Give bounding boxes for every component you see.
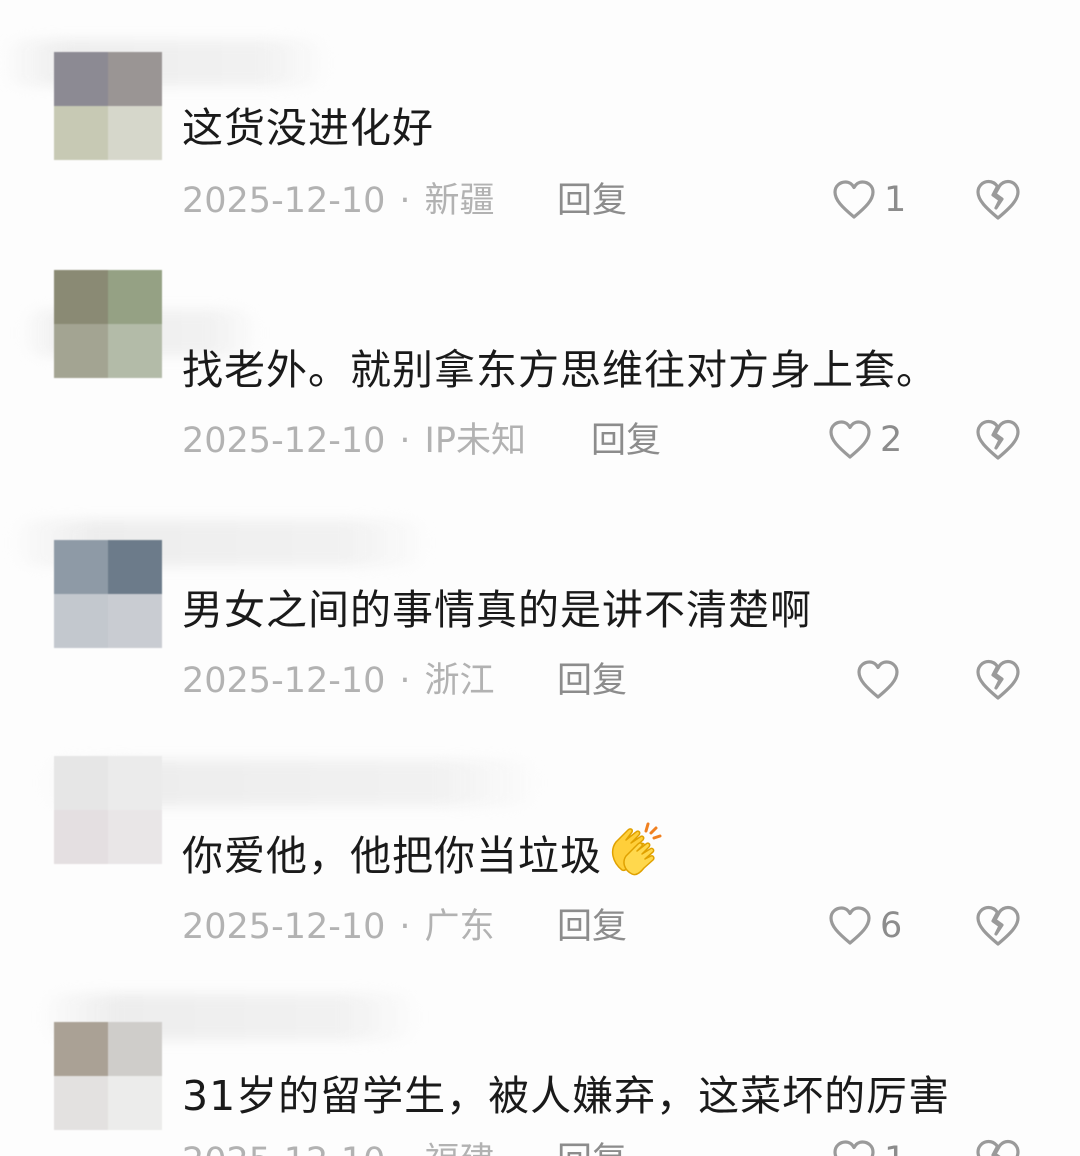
broken-heart-icon [976, 1139, 1020, 1156]
reply-button[interactable]: 回复 [591, 418, 661, 464]
like-button[interactable]: 2 [826, 412, 902, 468]
nickname-blur [0, 40, 330, 86]
comment-meta: 2025-12-10 · 新疆 [182, 181, 495, 221]
comment-text: 男女之间的事情真的是讲不清楚啊 [182, 586, 812, 634]
like-count: 1 [884, 1137, 906, 1156]
dislike-button[interactable] [973, 415, 1023, 465]
comment-date: 2025-12-10 [182, 1141, 385, 1156]
comment-item: 男女之间的事情真的是讲不清楚啊 2025-12-10 · 浙江 回复 [0, 480, 1080, 720]
heart-outline-icon [833, 180, 875, 219]
comment-date: 2025-12-10 [182, 181, 386, 221]
comment-item: 找老外。就别拿东方思维往对方身上套。 2025-12-10 · IP未知 回复 2 [0, 240, 1080, 480]
comment-location: 新疆 [424, 181, 495, 221]
comment-location: 福建 [425, 1141, 495, 1156]
comment-text: 找老外。就别拿东方思维往对方身上套。 [182, 346, 938, 394]
comment-item: 31岁的留学生，被人嫌弃，这菜坏的厉害 2025-12-10·福建 回复 1 [0, 970, 1080, 1156]
comment-meta: 2025-12-10 · 浙江 [182, 661, 495, 701]
broken-heart-icon [976, 419, 1020, 460]
reply-button[interactable]: 回复 [557, 904, 627, 950]
comment-meta: 2025-12-10 · 广东 [182, 907, 495, 947]
dislike-button[interactable] [973, 1135, 1023, 1156]
heart-outline-icon [857, 660, 899, 699]
dislike-button[interactable] [973, 901, 1023, 951]
comment-meta: 2025-12-10·福建 [182, 1138, 495, 1156]
comment-location: 浙江 [424, 661, 495, 701]
avatar[interactable] [54, 540, 162, 648]
comment-item: 这货没进化好 2025-12-10 · 新疆 回复 1 [0, 0, 1080, 240]
comment-location: 广东 [424, 907, 495, 947]
broken-heart-icon [976, 179, 1020, 220]
dislike-button[interactable] [973, 655, 1023, 705]
like-button[interactable]: 1 [830, 1132, 906, 1156]
comment-text: 这货没进化好 [182, 104, 434, 152]
like-count: 1 [884, 180, 907, 220]
comment-date: 2025-12-10 [182, 661, 386, 701]
comment-text: 31岁的留学生，被人嫌弃，这菜坏的厉害 [182, 1072, 951, 1120]
comment-item: 你爱他，他把你当垃圾 2025-12-10 · 广东 回复 6 [0, 720, 1080, 960]
comment-text-body: 你爱他，他把你当垃圾 [182, 832, 602, 880]
reply-button[interactable]: 回复 [557, 178, 627, 224]
clapping-hands-icon [611, 822, 662, 876]
like-count: 6 [880, 906, 903, 946]
comment-date: 2025-12-10 [182, 421, 386, 461]
avatar[interactable] [54, 52, 162, 160]
heart-outline-icon [833, 1140, 875, 1156]
heart-outline-icon [829, 906, 871, 945]
comment-meta: 2025-12-10 · IP未知 [182, 421, 526, 461]
dislike-button[interactable] [973, 175, 1023, 225]
avatar[interactable] [54, 270, 162, 378]
like-count: 2 [880, 420, 903, 460]
comment-date: 2025-12-10 [182, 907, 386, 947]
comment-text: 你爱他，他把你当垃圾 [182, 820, 664, 886]
like-button[interactable] [854, 652, 908, 708]
broken-heart-icon [976, 905, 1020, 946]
like-button[interactable]: 1 [830, 172, 906, 228]
avatar[interactable] [54, 1022, 162, 1130]
broken-heart-icon [976, 659, 1020, 700]
reply-button[interactable]: 回复 [557, 658, 627, 704]
heart-outline-icon [829, 420, 871, 459]
reply-button[interactable]: 回复 [557, 1138, 627, 1156]
comment-location: IP未知 [424, 421, 526, 461]
like-button[interactable]: 6 [826, 898, 902, 954]
avatar[interactable] [54, 756, 162, 864]
